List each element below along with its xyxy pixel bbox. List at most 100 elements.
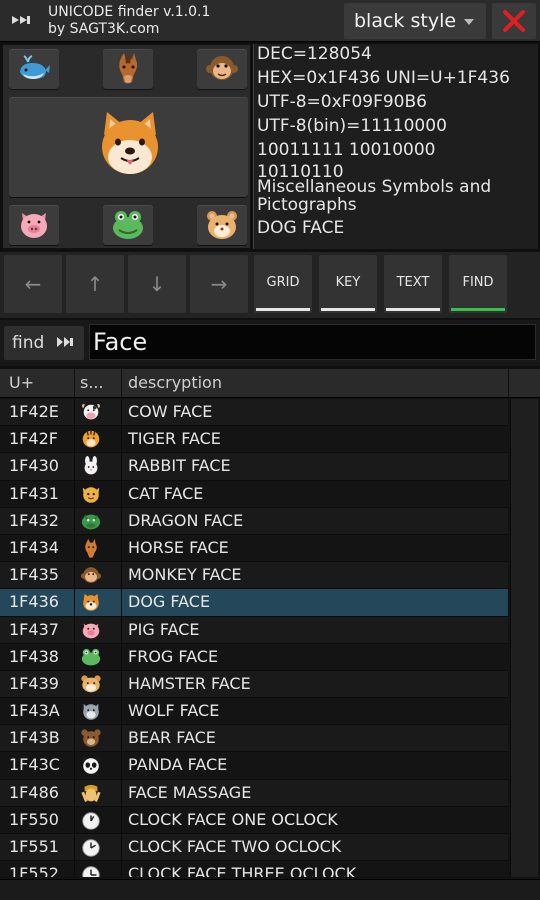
mode-indicator — [256, 308, 310, 311]
dragon-face-icon — [80, 511, 104, 531]
table-row[interactable]: 1F432 DRAGON FACE — [0, 507, 508, 535]
table-row[interactable]: 1F550 CLOCK FACE ONE OCLOCK — [0, 806, 508, 834]
neighbor-bottom-center-button[interactable] — [103, 205, 153, 245]
cell-code: 1F551 — [9, 837, 59, 856]
mode-find-button[interactable]: FIND — [449, 255, 507, 313]
character-info-panel: DEC=128054 HEX=0x1F436 UNI=U+1F436 UTF-8… — [253, 44, 538, 249]
frog-face-icon — [113, 211, 143, 239]
panda-face-icon — [80, 755, 104, 775]
table-row[interactable]: 1F43A WOLF FACE — [0, 698, 508, 726]
nav-left-button[interactable]: ← — [4, 255, 62, 313]
mode-grid-button[interactable]: GRID — [254, 255, 312, 313]
find-button[interactable]: find — [4, 326, 84, 360]
table-row[interactable]: 1F437 PIG FACE — [0, 616, 508, 644]
cell-code: 1F486 — [9, 782, 59, 802]
double-arrow-icon — [10, 10, 36, 30]
table-row[interactable]: 1F552 CLOCK FACE THREE OCLOCK — [0, 861, 508, 877]
pig-face-icon — [21, 213, 47, 238]
cow-face-icon — [80, 402, 104, 422]
column-header-description[interactable]: descryption — [128, 373, 222, 392]
cat-face-icon — [80, 484, 104, 504]
horse-face-icon — [80, 538, 104, 558]
wolf-face-icon — [80, 701, 104, 721]
cell-description: DRAGON FACE — [128, 510, 244, 530]
table-row[interactable]: 1F439 HAMSTER FACE — [0, 670, 508, 699]
cell-description: HAMSTER FACE — [128, 673, 251, 693]
column-header-code[interactable]: U+ — [9, 373, 34, 392]
column-header-symbol[interactable]: s... — [80, 373, 104, 392]
info-utf8-bin-1: UTF-8(bin)=11110000 — [257, 116, 447, 136]
nav-right-button[interactable]: → — [190, 255, 248, 313]
mode-key-button[interactable]: KEY — [319, 255, 377, 313]
cell-code: 1F43C — [9, 755, 60, 775]
cell-description: WOLF FACE — [128, 701, 220, 721]
whale-icon — [20, 55, 50, 79]
cell-description: TIGER FACE — [128, 429, 221, 449]
arrow-left-icon: ← — [24, 272, 42, 296]
cell-description: CLOCK FACE ONE OCLOCK — [128, 809, 338, 829]
cell-description: FACE MASSAGE — [128, 782, 252, 802]
horse-face-icon — [119, 53, 138, 84]
info-block-1: Miscellaneous Symbols and — [257, 177, 492, 197]
table-row[interactable]: 1F430 RABBIT FACE — [0, 453, 508, 481]
column-divider — [121, 399, 122, 877]
column-separator — [121, 369, 122, 398]
table-body: 1F42E COW FACE 1F42F TIGER FACE 1F430 RABBIT … — [0, 399, 508, 877]
search-input[interactable] — [89, 324, 536, 360]
style-select[interactable]: black style — [344, 3, 486, 39]
cell-description: PIG FACE — [128, 619, 200, 639]
cell-description: RABBIT FACE — [128, 456, 231, 476]
cell-code: 1F431 — [9, 483, 59, 503]
mode-indicator — [321, 308, 375, 311]
dog-face-icon — [80, 592, 104, 612]
cell-description: PANDA FACE — [128, 755, 228, 775]
rabbit-face-icon — [80, 456, 104, 476]
table-row[interactable]: 1F42F TIGER FACE — [0, 426, 508, 454]
neighbor-top-right-button[interactable] — [197, 49, 247, 89]
hamster-face-icon — [80, 674, 104, 694]
neighbor-top-center-button[interactable] — [103, 49, 153, 89]
table-row[interactable]: 1F438 FROG FACE — [0, 643, 508, 671]
cell-code: 1F435 — [9, 565, 59, 585]
table-row[interactable]: 1F436 DOG FACE — [0, 589, 508, 617]
clock-three-icon — [80, 864, 104, 877]
table-row[interactable]: 1F435 MONKEY FACE — [0, 562, 508, 590]
table-row[interactable]: 1F43B BEAR FACE — [0, 725, 508, 753]
cell-description: FROG FACE — [128, 646, 219, 666]
monkey-face-icon — [80, 565, 104, 585]
table-row[interactable]: 1F43C PANDA FACE — [0, 752, 508, 780]
tiger-face-icon — [80, 429, 104, 449]
find-button-label: find — [12, 333, 45, 353]
cell-description: BEAR FACE — [128, 728, 216, 748]
neighbor-bottom-right-button[interactable] — [197, 205, 247, 245]
table-row[interactable]: 1F434 HORSE FACE — [0, 534, 508, 563]
emoji-neighbors-panel — [2, 44, 251, 249]
cell-code: 1F43A — [9, 701, 60, 721]
info-utf8-bin-2: 10011111 10010000 — [257, 140, 436, 160]
column-separator — [74, 369, 75, 398]
style-select-value: black style — [354, 10, 457, 32]
clock-one-icon — [80, 810, 104, 830]
close-button[interactable] — [492, 3, 536, 39]
table-row[interactable]: 1F551 CLOCK FACE TWO OCLOCK — [0, 834, 508, 862]
app-title: UNICODE finder v.1.0.1 — [48, 4, 211, 20]
neighbor-top-left-button[interactable] — [9, 49, 59, 89]
mode-grid-label: GRID — [266, 275, 300, 290]
table-row[interactable]: 1F431 CAT FACE — [0, 480, 508, 508]
horizontal-scrollbar[interactable] — [0, 879, 540, 900]
close-icon — [503, 10, 525, 32]
cell-code: 1F550 — [9, 809, 59, 829]
vertical-scrollbar[interactable] — [510, 399, 538, 877]
table-row[interactable]: 1F42E COW FACE — [0, 399, 508, 427]
face-massage-icon — [80, 783, 104, 803]
table-header: U+ s... descryption — [0, 369, 540, 398]
nav-down-button[interactable]: ↓ — [128, 255, 186, 313]
neighbor-bottom-left-button[interactable] — [9, 205, 59, 245]
cell-code: 1F42E — [9, 402, 59, 421]
table-row[interactable]: 1F486 FACE MASSAGE — [0, 779, 508, 807]
mode-text-button[interactable]: TEXT — [384, 255, 442, 313]
cell-description: CAT FACE — [128, 483, 204, 503]
mode-key-label: KEY — [335, 275, 361, 290]
nav-up-button[interactable]: ↑ — [66, 255, 124, 313]
selected-character-button[interactable] — [9, 97, 248, 197]
